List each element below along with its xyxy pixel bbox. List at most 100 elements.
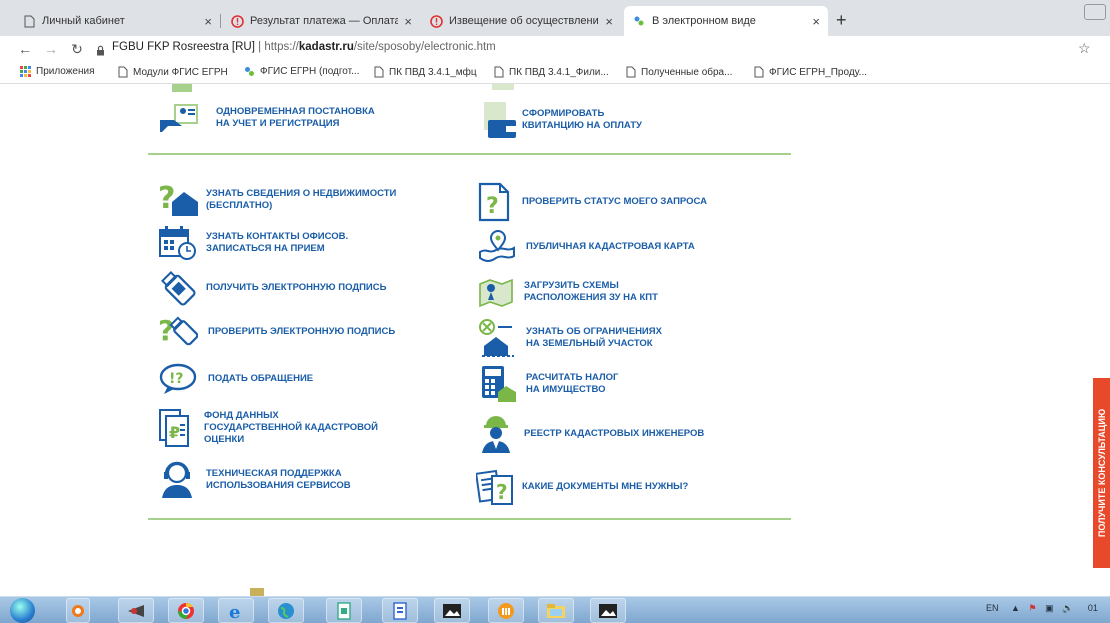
tray-clock[interactable]: 01 bbox=[1088, 603, 1098, 613]
service-label: ПРОВЕРИТЬ ЭЛЕКТРОННУЮ ПОДПИСЬ bbox=[208, 326, 396, 337]
tab-payment-result[interactable]: Результат платежа — Оплата го × bbox=[222, 6, 420, 36]
label-line: ФОНД ДАННЫХ bbox=[204, 410, 279, 421]
new-tab-button[interactable]: + bbox=[836, 10, 847, 31]
label-line: (БЕСПЛАТНО) bbox=[206, 200, 273, 211]
bookmark-label: Приложения bbox=[36, 66, 95, 77]
label-line: ОЦЕНКИ bbox=[204, 434, 245, 445]
page-icon bbox=[118, 66, 128, 78]
service-label: ЗАГРУЗИТЬ СХЕМЫ РАСПОЛОЖЕНИЯ ЗУ НА КПТ bbox=[524, 280, 658, 304]
close-icon[interactable]: × bbox=[204, 14, 212, 29]
question-house-icon: ? bbox=[158, 182, 200, 218]
documents-ruble-icon: ₽ bbox=[158, 406, 196, 450]
label-line: НА ИМУЩЕСТВО bbox=[526, 384, 606, 395]
service-required-documents[interactable]: ? КАКИЕ ДОКУМЕНТЫ МНЕ НУЖНЫ? bbox=[476, 468, 688, 506]
bookmark-modules[interactable]: Модули ФГИС ЕГРН bbox=[118, 66, 228, 78]
tab-notice[interactable]: Извещение об осуществлении × bbox=[421, 6, 621, 36]
bookmark-pvd-mfc[interactable]: ПК ПВД 3.4.1_мфц bbox=[374, 66, 477, 78]
tray-network-icon[interactable]: ▣ bbox=[1045, 603, 1054, 613]
close-icon[interactable]: × bbox=[404, 14, 412, 29]
language-indicator[interactable]: EN bbox=[986, 603, 999, 613]
label-line: ЗАПИСАТЬСЯ НА ПРИЕМ bbox=[206, 243, 325, 254]
url-field[interactable]: FGBU FKP Rosreestra [RU] | https://kadas… bbox=[112, 41, 496, 53]
service-simultaneous-registration[interactable]: ОДНОВРЕМЕННАЯ ПОСТАНОВКА НА УЧЕТ И РЕГИС… bbox=[158, 100, 375, 136]
bookmarks-bar: Приложения Модули ФГИС ЕГРН ФГИС ЕГРН (п… bbox=[0, 62, 1110, 84]
bookmark-star-icon[interactable]: ☆ bbox=[1078, 40, 1091, 57]
service-submit-appeal[interactable]: !? ПОДАТЬ ОБРАЩЕНИЕ bbox=[158, 362, 313, 396]
service-generate-receipt[interactable]: СФОРМИРОВАТЬ КВИТАНЦИЮ НА ОПЛАТУ bbox=[478, 100, 642, 140]
taskbar-image-icon[interactable] bbox=[434, 598, 470, 623]
service-tech-support[interactable]: ТЕХНИЧЕСКАЯ ПОДДЕРЖКА ИСПОЛЬЗОВАНИЯ СЕРВ… bbox=[158, 460, 351, 500]
tab-label: В электронном виде bbox=[652, 15, 756, 27]
service-cadastral-map[interactable]: ПУБЛИЧНАЯ КАДАСТРОВАЯ КАРТА bbox=[478, 230, 695, 264]
engineer-icon bbox=[478, 414, 514, 454]
bookmark-fgis-prod[interactable]: ФГИС ЕГРН_Проду... bbox=[754, 66, 867, 78]
service-land-restrictions[interactable]: УЗНАТЬ ОБ ОГРАНИЧЕНИЯХ НА ЗЕМЕЛЬНЫЙ УЧАС… bbox=[478, 318, 662, 358]
taskbar-folder-icon[interactable] bbox=[538, 598, 574, 623]
tab-electronic[interactable]: В электронном виде × bbox=[624, 6, 828, 36]
document-question-icon: ? bbox=[476, 182, 512, 222]
service-check-signature[interactable]: ? ПРОВЕРИТЬ ЭЛЕКТРОННУЮ ПОДПИСЬ bbox=[158, 314, 395, 350]
taskbar-document-green-icon[interactable] bbox=[326, 598, 362, 623]
svg-text:?: ? bbox=[496, 480, 508, 504]
service-get-signature[interactable]: ПОЛУЧИТЬ ЭЛЕКТРОННУЮ ПОДПИСЬ bbox=[160, 270, 386, 306]
registration-icon bbox=[158, 100, 202, 136]
label-line: УЗНАТЬ КОНТАКТЫ ОФИСОВ. bbox=[206, 231, 349, 242]
calculator-house-icon bbox=[478, 364, 518, 404]
receipt-icon bbox=[478, 100, 518, 140]
bookmark-label: Модули ФГИС ЕГРН bbox=[133, 66, 228, 78]
back-arrow-icon[interactable]: ← bbox=[14, 41, 36, 57]
service-office-contacts[interactable]: УЗНАТЬ КОНТАКТЫ ОФИСОВ. ЗАПИСАТЬСЯ НА ПР… bbox=[158, 224, 348, 262]
label-line: РАСЧИТАТЬ НАЛОГ bbox=[526, 372, 619, 383]
tab-personal-cabinet[interactable]: Личный кабинет × bbox=[14, 6, 220, 36]
service-upload-schemes[interactable]: ЗАГРУЗИТЬ СХЕМЫ РАСПОЛОЖЕНИЯ ЗУ НА КПТ bbox=[476, 274, 658, 310]
taskbar-ie-icon[interactable]: e bbox=[218, 598, 254, 623]
service-request-status[interactable]: ? ПРОВЕРИТЬ СТАТУС МОЕГО ЗАПРОСА bbox=[476, 182, 707, 222]
support-operator-icon bbox=[158, 460, 196, 500]
tray-volume-icon[interactable]: 🔈 bbox=[1062, 603, 1073, 613]
svg-text:₽: ₽ bbox=[169, 423, 180, 442]
start-button-icon[interactable] bbox=[10, 598, 35, 623]
consultation-label: ПОЛУЧИТЕ КОНСУЛЬТАЦИЮ bbox=[1097, 408, 1107, 538]
lock-icon bbox=[96, 43, 105, 61]
rosreestr-icon bbox=[244, 66, 255, 77]
page-content: ОДНОВРЕМЕННАЯ ПОСТАНОВКА НА УЧЕТ И РЕГИС… bbox=[0, 84, 1110, 596]
error-icon bbox=[230, 14, 244, 28]
taskbar-chrome-icon[interactable] bbox=[168, 598, 204, 623]
bookmark-label: ФГИС ЕГРН_Проду... bbox=[769, 66, 868, 78]
tray-up-arrow-icon[interactable]: ▲ bbox=[1011, 603, 1020, 613]
service-label: ФОНД ДАННЫХ ГОСУДАРСТВЕННОЙ КАДАСТРОВОЙ … bbox=[204, 410, 378, 446]
taskbar-globe-icon[interactable] bbox=[268, 598, 304, 623]
usb-token-icon bbox=[160, 270, 196, 306]
service-property-tax[interactable]: РАСЧИТАТЬ НАЛОГ НА ИМУЩЕСТВО bbox=[478, 364, 618, 404]
bookmark-received[interactable]: Полученные обра... bbox=[626, 66, 732, 78]
taskbar-image-viewer-icon[interactable] bbox=[590, 598, 626, 623]
browser-tab-strip: Личный кабинет × Результат платежа — Опл… bbox=[0, 0, 1110, 36]
map-upload-icon bbox=[476, 274, 516, 310]
close-icon[interactable]: × bbox=[605, 14, 613, 29]
consultation-button[interactable]: ПОЛУЧИТЕ КОНСУЛЬТАЦИЮ bbox=[1093, 378, 1110, 568]
service-engineers-registry[interactable]: РЕЕСТР КАДАСТРОВЫХ ИНЖЕНЕРОВ bbox=[478, 414, 704, 454]
label-line: СФОРМИРОВАТЬ bbox=[522, 108, 605, 119]
bookmark-apps[interactable]: Приложения bbox=[20, 66, 95, 77]
taskbar-app-orange-icon[interactable] bbox=[66, 598, 90, 623]
service-label: УЗНАТЬ СВЕДЕНИЯ О НЕДВИЖИМОСТИ (БЕСПЛАТН… bbox=[206, 188, 396, 212]
address-bar: ← → ↻ FGBU FKP Rosreestra [RU] | https:/… bbox=[0, 36, 1110, 62]
taskbar-app-media-icon[interactable] bbox=[118, 598, 154, 623]
apps-grid-icon bbox=[20, 66, 31, 77]
tray-flag-icon[interactable]: ⚑ bbox=[1028, 603, 1036, 613]
bookmark-pvd-filial[interactable]: ПК ПВД 3.4.1_Фили... bbox=[494, 66, 609, 78]
window-restore-icon[interactable] bbox=[1084, 4, 1106, 20]
clipped-icon bbox=[492, 84, 514, 90]
service-valuation-fund[interactable]: ₽ ФОНД ДАННЫХ ГОСУДАРСТВЕННОЙ КАДАСТРОВО… bbox=[158, 406, 378, 450]
rosreestr-icon bbox=[632, 14, 646, 28]
url-host: kadastr.ru bbox=[298, 41, 354, 53]
close-icon[interactable]: × bbox=[812, 14, 820, 29]
taskbar-document-blue-icon[interactable] bbox=[382, 598, 418, 623]
taskbar-app-orange-circle-icon[interactable] bbox=[488, 598, 524, 623]
bookmark-fgis-prep[interactable]: ФГИС ЕГРН (подгот... bbox=[244, 66, 359, 77]
reload-icon[interactable]: ↻ bbox=[66, 41, 88, 58]
page-icon bbox=[22, 14, 36, 28]
service-property-info[interactable]: ? УЗНАТЬ СВЕДЕНИЯ О НЕДВИЖИМОСТИ (БЕСПЛА… bbox=[158, 182, 396, 218]
service-label: КАКИЕ ДОКУМЕНТЫ МНЕ НУЖНЫ? bbox=[522, 481, 689, 492]
forward-arrow-icon[interactable]: → bbox=[40, 41, 62, 57]
